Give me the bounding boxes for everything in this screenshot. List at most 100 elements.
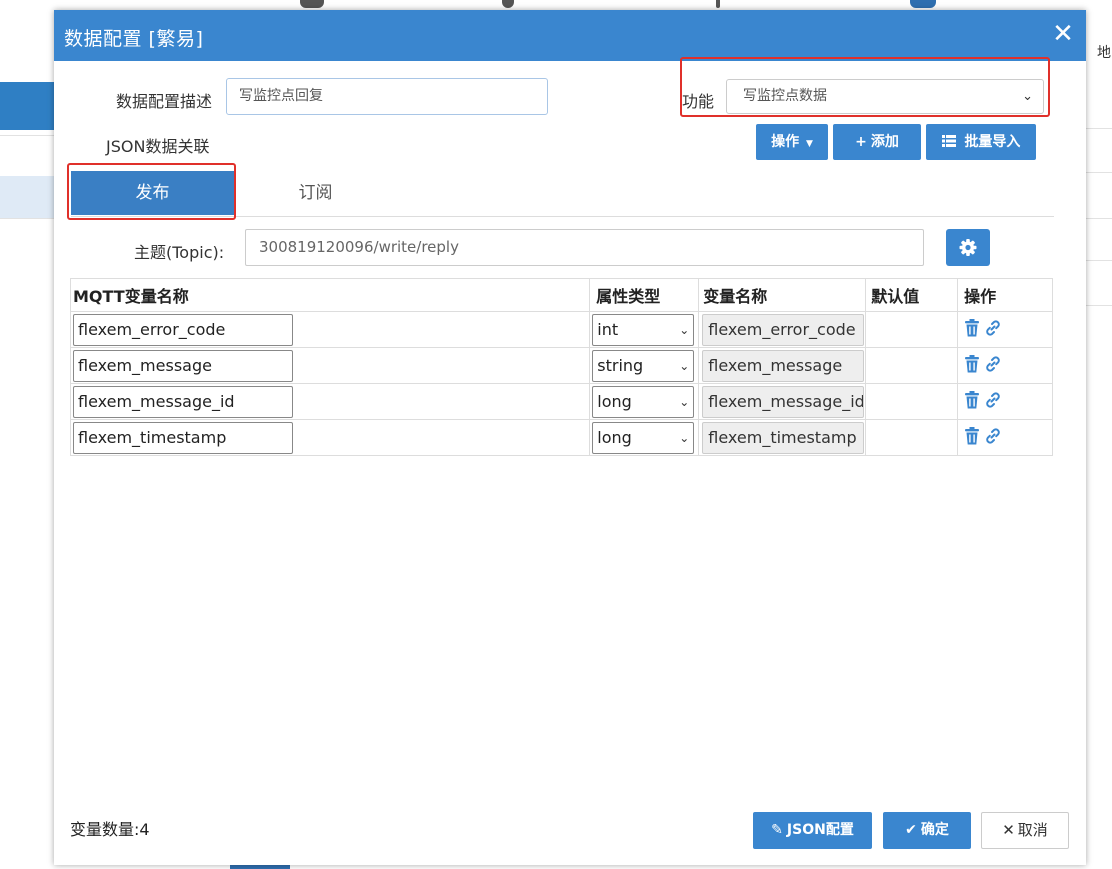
cell-attr-type: int ⌄ (589, 311, 700, 348)
cell-default (865, 419, 959, 456)
attr-type-value: int (597, 319, 619, 339)
function-label: 功能 (682, 92, 715, 111)
close-button[interactable]: ✕ (1048, 18, 1078, 50)
cell-mqtt-name: flexem_timestamp (69, 419, 591, 456)
batch-import-button[interactable]: 批量导入 (926, 124, 1036, 160)
chevron-down-icon: ⌄ (1022, 89, 1033, 104)
link-icon[interactable] (984, 391, 1002, 413)
cell-var-name: flexem_error_code (698, 311, 867, 348)
background-divider (1086, 128, 1112, 129)
add-label: 添加 (870, 134, 899, 150)
cell-var-name: flexem_message (698, 347, 867, 384)
tab-subscribe[interactable]: 订阅 (234, 171, 397, 215)
cell-var-name: flexem_message_id (698, 383, 867, 420)
table-row: flexem_message_id long ⌄ flexem_message_id (69, 383, 1053, 420)
cell-attr-type: long ⌄ (589, 383, 700, 420)
var-name-field: flexem_message (702, 349, 865, 382)
cell-default (865, 383, 959, 420)
background-icon (716, 0, 720, 8)
data-config-modal: 数据配置 [繁易] ✕ 数据配置描述 写监控点回复 功能 写监控点数据 ⌄ JS… (54, 10, 1086, 865)
operate-label: 操作 (771, 134, 800, 150)
attr-type-select[interactable]: long ⌄ (592, 385, 695, 418)
background-nav-active (0, 82, 54, 130)
description-input[interactable]: 写监控点回复 (226, 78, 548, 115)
link-icon[interactable] (984, 427, 1002, 449)
cell-attr-type: long ⌄ (589, 419, 700, 456)
list-icon (941, 134, 961, 150)
attr-type-select[interactable]: int ⌄ (592, 313, 695, 346)
confirm-button[interactable]: ✔ 确定 (883, 812, 971, 849)
attr-type-value: long (597, 391, 632, 411)
chevron-down-icon: ⌄ (679, 358, 690, 373)
topic-settings-button[interactable] (946, 229, 990, 266)
trash-icon[interactable] (964, 390, 980, 413)
attr-type-value: long (597, 427, 632, 447)
caret-down-icon: ▼ (805, 139, 813, 149)
tab-publish[interactable]: 发布 (71, 171, 234, 215)
header-var-name: 变量名称 (698, 278, 867, 312)
json-config-button[interactable]: ✎ JSON配置 (753, 812, 872, 849)
link-icon[interactable] (984, 319, 1002, 341)
cancel-label: 取消 (1017, 821, 1048, 839)
var-name-field: flexem_timestamp (702, 421, 865, 454)
link-icon[interactable] (984, 355, 1002, 377)
table-row: flexem_message string ⌄ flexem_message (69, 347, 1053, 384)
add-button[interactable]: + 添加 (833, 124, 921, 160)
cell-attr-type: string ⌄ (589, 347, 700, 384)
chevron-down-icon: ⌄ (679, 430, 690, 445)
description-label: 数据配置描述 (116, 92, 213, 111)
background-icon (300, 0, 324, 8)
header-mqtt-name: MQTT变量名称 (69, 278, 591, 312)
header-attr-type: 属性类型 (589, 278, 700, 312)
topic-label: 主题(Topic): (134, 243, 225, 262)
cell-mqtt-name: flexem_message_id (69, 383, 591, 420)
check-icon: ✔ (905, 822, 917, 838)
cancel-button[interactable]: ✕ 取消 (981, 812, 1069, 849)
cell-actions (957, 383, 1053, 420)
chevron-down-icon: ⌄ (679, 322, 690, 337)
background-divider (0, 218, 54, 219)
background-row-selected (0, 176, 54, 218)
cell-default (865, 311, 959, 348)
function-select[interactable]: 写监控点数据 ⌄ (726, 79, 1044, 114)
cell-actions (957, 311, 1053, 348)
mqtt-name-input[interactable]: flexem_message_id (73, 385, 293, 418)
modal-header: 数据配置 [繁易] ✕ (54, 10, 1086, 61)
cell-actions (957, 347, 1053, 384)
operate-dropdown-button[interactable]: 操作 ▼ (756, 124, 828, 160)
modal-title: 数据配置 [繁易] (64, 28, 204, 50)
trash-icon[interactable] (964, 426, 980, 449)
mqtt-name-input[interactable]: flexem_message (73, 349, 293, 382)
edit-icon: ✎ (771, 822, 783, 838)
trash-icon[interactable] (964, 318, 980, 341)
variable-count: 变量数量:4 (70, 820, 150, 839)
cell-mqtt-name: flexem_error_code (69, 311, 591, 348)
attr-type-select[interactable]: string ⌄ (592, 349, 695, 382)
attr-type-value: string (597, 355, 644, 375)
chevron-down-icon: ⌄ (679, 394, 690, 409)
json-config-label: JSON配置 (786, 822, 854, 838)
function-select-value: 写监控点数据 (743, 88, 827, 104)
cell-var-name: flexem_timestamp (698, 419, 867, 456)
plus-icon: + (855, 134, 867, 150)
topic-input[interactable]: 300819120096/write/reply (245, 229, 924, 266)
mqtt-name-input[interactable]: flexem_error_code (73, 313, 293, 346)
batch-import-label: 批量导入 (964, 134, 1021, 150)
attr-type-select[interactable]: long ⌄ (592, 421, 695, 454)
header-default: 默认值 (865, 278, 959, 312)
trash-icon[interactable] (964, 354, 980, 377)
confirm-label: 确定 (920, 822, 949, 838)
cell-default (865, 347, 959, 384)
mqtt-name-input[interactable]: flexem_timestamp (73, 421, 293, 454)
header-actions: 操作 (957, 278, 1053, 312)
background-divider (1086, 305, 1112, 306)
var-name-field: flexem_error_code (702, 313, 865, 346)
variables-table: MQTT变量名称 属性类型 变量名称 默认值 操作 flexem_error_c… (69, 278, 1053, 456)
table-header-row: MQTT变量名称 属性类型 变量名称 默认值 操作 (69, 278, 1053, 312)
cell-actions (957, 419, 1053, 456)
tab-divider (71, 216, 1054, 217)
background-divider (1086, 172, 1112, 173)
background-bottom-tab (230, 865, 290, 869)
var-name-field: flexem_message_id (702, 385, 865, 418)
close-icon: ✕ (1002, 821, 1015, 839)
